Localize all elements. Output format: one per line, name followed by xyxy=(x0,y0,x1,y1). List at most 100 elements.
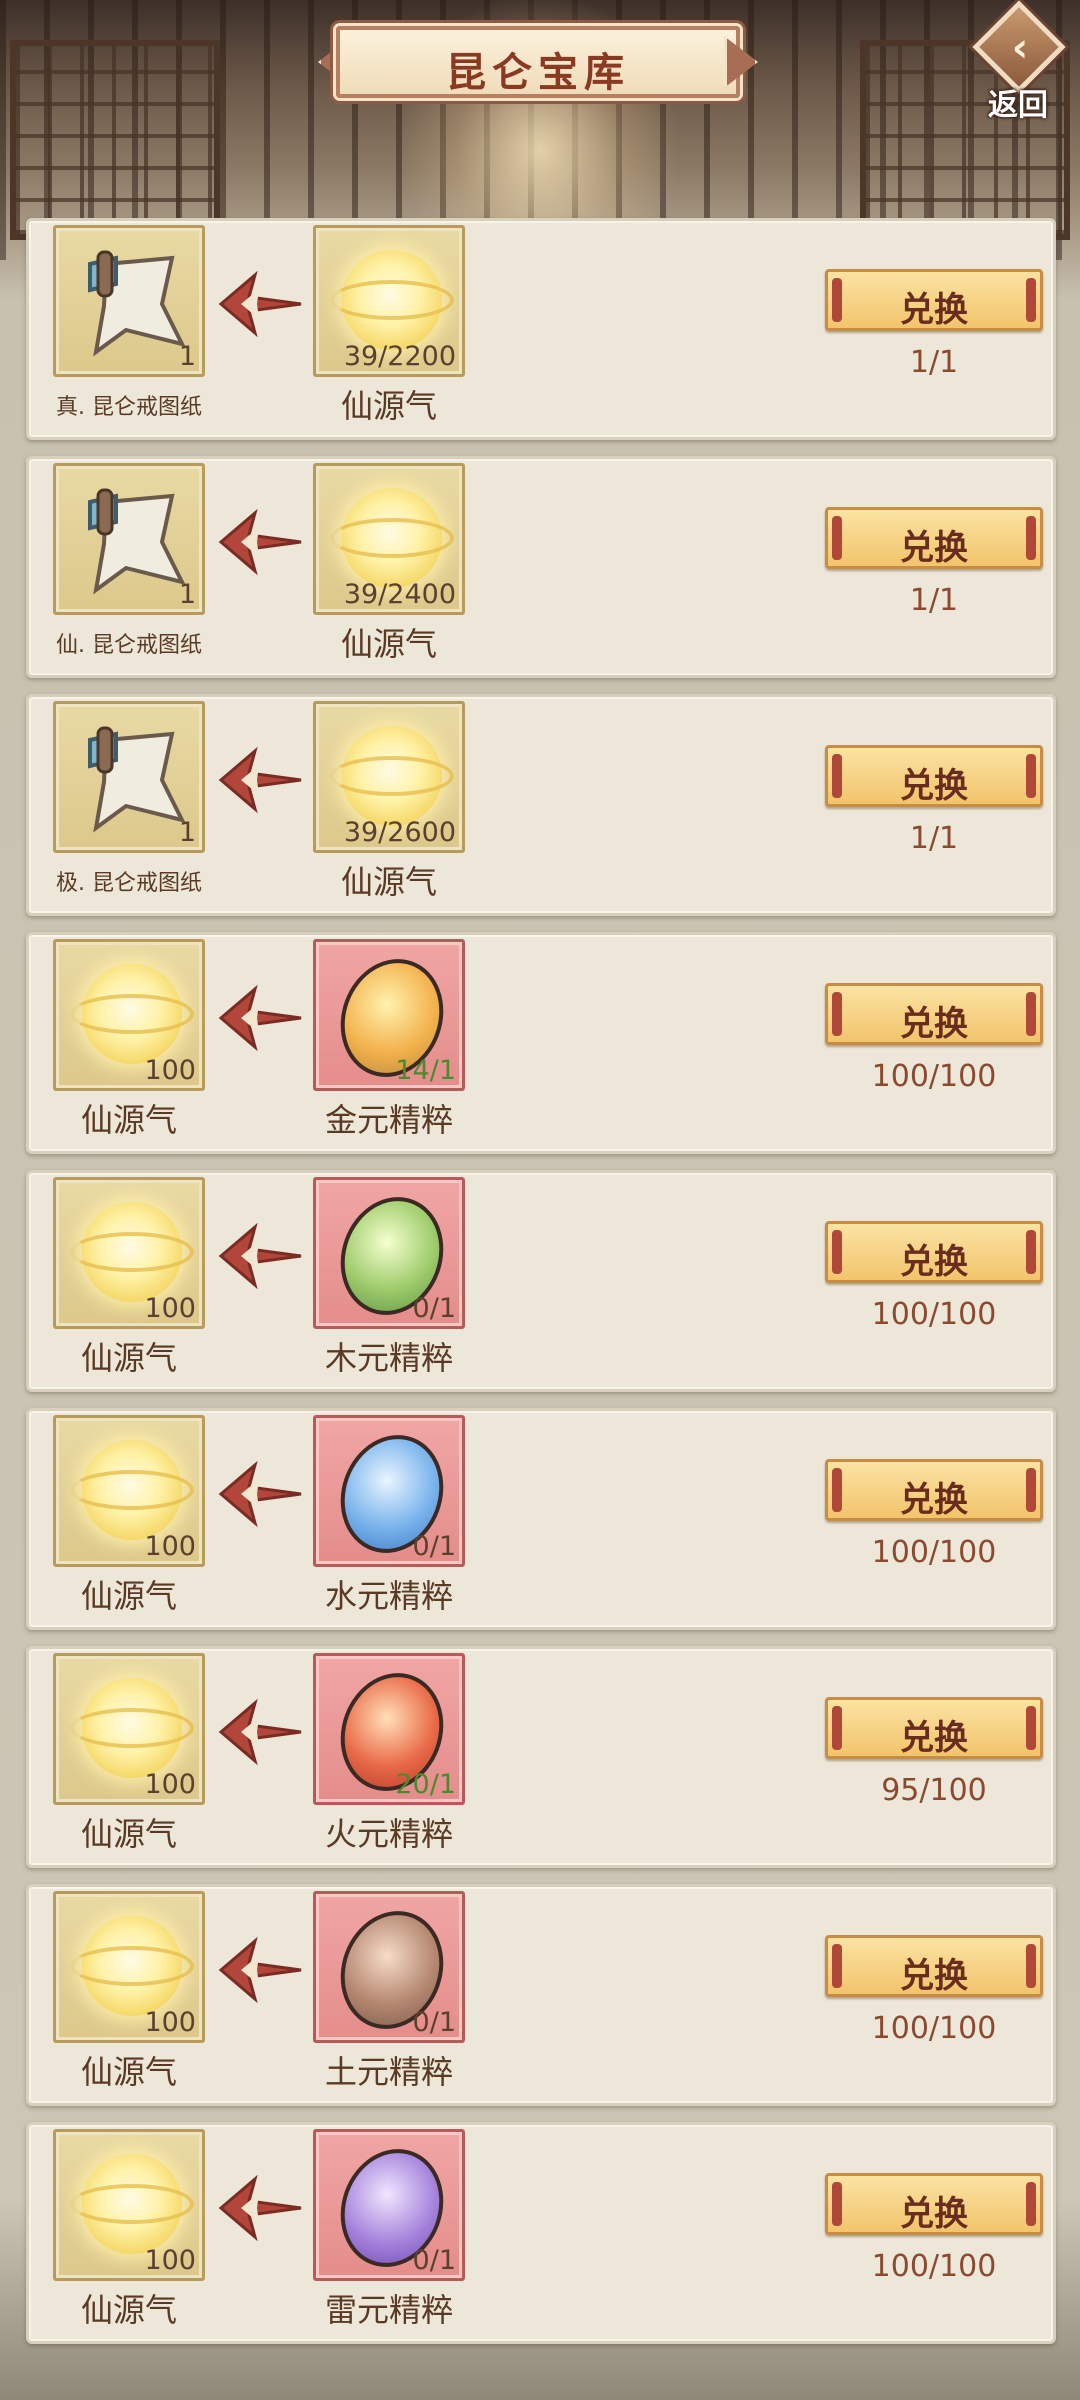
reward-slot[interactable]: 100 xyxy=(53,939,205,1091)
exchange-arrow-icon xyxy=(218,1936,302,2004)
cost-count: 39/2200 xyxy=(343,341,456,372)
orb-ring xyxy=(70,1470,194,1510)
reward-name: 仙源气 xyxy=(80,2053,177,2091)
scroll-icon xyxy=(88,250,186,357)
reward-slot[interactable]: 100 xyxy=(53,1891,205,2043)
exchange-limit: 1/1 xyxy=(909,583,959,618)
orb-ring xyxy=(330,518,454,558)
cost-count: 0/1 xyxy=(412,1531,456,1562)
exchange-button[interactable]: 兑换 xyxy=(825,269,1043,331)
scroll-icon xyxy=(88,726,186,833)
exchange-button[interactable]: 兑换 xyxy=(825,1459,1043,1521)
exchange-row: 1 真. 昆仑戒图纸 39/2200 仙源气 兑换 1/1 xyxy=(26,218,1056,440)
exchange-row: 1 极. 昆仑戒图纸 39/2600 仙源气 兑换 1/1 xyxy=(26,694,1056,916)
exchange-row: 100 仙源气 0/1 雷元精粹 兑换 100/100 xyxy=(26,2122,1056,2344)
exchange-button[interactable]: 兑换 xyxy=(825,2173,1043,2235)
exchange-arrow-icon xyxy=(218,1698,302,1766)
exchange-row: 100 仙源气 14/1 金元精粹 兑换 100/100 xyxy=(26,932,1056,1154)
exchange-label: 兑换 xyxy=(900,1004,968,1044)
cost-count: 0/1 xyxy=(412,2007,456,2038)
reward-count: 1 xyxy=(178,817,196,848)
cost-count: 20/1 xyxy=(395,1769,456,1800)
exchange-label: 兑换 xyxy=(900,290,968,330)
exchange-button[interactable]: 兑换 xyxy=(825,507,1043,569)
back-arrow-icon: ‹ xyxy=(1011,25,1029,71)
orb-ring xyxy=(70,1708,194,1748)
cost-name: 雷元精粹 xyxy=(324,2291,453,2329)
cost-slot[interactable]: 0/1 xyxy=(313,1415,465,1568)
cost-slot[interactable]: 0/1 xyxy=(313,1177,465,1330)
reward-slot[interactable]: 100 xyxy=(53,1177,205,1329)
exchange-row: 100 仙源气 0/1 土元精粹 兑换 100/100 xyxy=(26,1884,1056,2106)
exchange-row: 100 仙源气 0/1 木元精粹 兑换 100/100 xyxy=(26,1170,1056,1392)
orb-ring xyxy=(330,280,454,320)
cost-slot[interactable]: 39/2400 xyxy=(313,463,465,615)
reward-count: 1 xyxy=(178,579,196,610)
reward-count: 1 xyxy=(178,341,196,372)
exchange-row: 100 仙源气 20/1 火元精粹 兑换 95/100 xyxy=(26,1646,1056,1868)
scroll-icon xyxy=(88,488,186,595)
reward-name: 仙源气 xyxy=(80,1815,177,1853)
cost-name: 仙源气 xyxy=(340,625,437,663)
cost-slot[interactable]: 39/2200 xyxy=(313,225,465,377)
exchange-label: 兑换 xyxy=(900,1242,968,1282)
back-button[interactable]: ‹ 返回 xyxy=(966,0,1070,123)
reward-name: 仙源气 xyxy=(80,2291,177,2329)
exchange-label: 兑换 xyxy=(900,1718,968,1758)
reward-slot[interactable]: 100 xyxy=(53,1415,205,1567)
reward-slot[interactable]: 1 xyxy=(53,463,205,615)
exchange-arrow-icon xyxy=(218,508,302,576)
exchange-button[interactable]: 兑换 xyxy=(825,745,1043,807)
reward-slot[interactable]: 1 xyxy=(53,225,205,377)
exchange-row: 100 仙源气 0/1 水元精粹 兑换 100/100 xyxy=(26,1408,1056,1630)
cost-name: 火元精粹 xyxy=(324,1815,453,1853)
page-title: 昆仑宝库 xyxy=(446,50,630,96)
cost-slot[interactable]: 0/1 xyxy=(313,2129,465,2282)
back-label: 返回 xyxy=(988,88,1048,123)
orb-ring xyxy=(330,756,454,796)
cost-name: 水元精粹 xyxy=(324,1577,453,1615)
reward-slot[interactable]: 100 xyxy=(53,2129,205,2281)
exchange-arrow-icon xyxy=(218,2174,302,2242)
cost-slot[interactable]: 20/1 xyxy=(313,1653,465,1806)
title-banner: 昆仑宝库 xyxy=(318,22,758,102)
cost-count: 39/2600 xyxy=(343,817,456,848)
cost-slot[interactable]: 39/2600 xyxy=(313,701,465,853)
exchange-label: 兑换 xyxy=(900,1956,968,1996)
exchange-button[interactable]: 兑换 xyxy=(825,983,1043,1045)
orb-ring xyxy=(70,1232,194,1272)
cost-name: 仙源气 xyxy=(340,387,437,425)
orb-ring xyxy=(70,2184,194,2224)
exchange-limit: 100/100 xyxy=(871,2011,997,2046)
cost-count: 0/1 xyxy=(412,2245,456,2276)
reward-name: 仙. 昆仑戒图纸 xyxy=(56,633,202,658)
reward-name: 仙源气 xyxy=(80,1101,177,1139)
cost-name: 土元精粹 xyxy=(324,2053,453,2091)
reward-slot[interactable]: 1 xyxy=(53,701,205,853)
background-lattice-left xyxy=(10,40,220,240)
cost-name: 金元精粹 xyxy=(324,1101,453,1139)
exchange-list: 1 真. 昆仑戒图纸 39/2200 仙源气 兑换 1/1 1 仙. 昆仑戒图纸… xyxy=(26,218,1056,2360)
reward-count: 100 xyxy=(144,2245,196,2276)
cost-slot[interactable]: 0/1 xyxy=(313,1891,465,2044)
exchange-label: 兑换 xyxy=(900,528,968,568)
exchange-button[interactable]: 兑换 xyxy=(825,1697,1043,1759)
orb-ring xyxy=(70,1946,194,1986)
reward-slot[interactable]: 100 xyxy=(53,1653,205,1805)
reward-name: 仙源气 xyxy=(80,1577,177,1615)
exchange-button[interactable]: 兑换 xyxy=(825,1221,1043,1283)
cost-slot[interactable]: 14/1 xyxy=(313,939,465,1092)
exchange-label: 兑换 xyxy=(900,1480,968,1520)
orb-ring xyxy=(70,994,194,1034)
exchange-limit: 95/100 xyxy=(881,1773,987,1808)
exchange-arrow-icon xyxy=(218,270,302,338)
reward-count: 100 xyxy=(144,1293,196,1324)
exchange-label: 兑换 xyxy=(900,2194,968,2234)
exchange-arrow-icon xyxy=(218,984,302,1052)
exchange-button[interactable]: 兑换 xyxy=(825,1935,1043,1997)
cost-name: 仙源气 xyxy=(340,863,437,901)
exchange-limit: 1/1 xyxy=(909,345,959,380)
exchange-limit: 100/100 xyxy=(871,1059,997,1094)
reward-count: 100 xyxy=(144,1531,196,1562)
exchange-limit: 100/100 xyxy=(871,1297,997,1332)
